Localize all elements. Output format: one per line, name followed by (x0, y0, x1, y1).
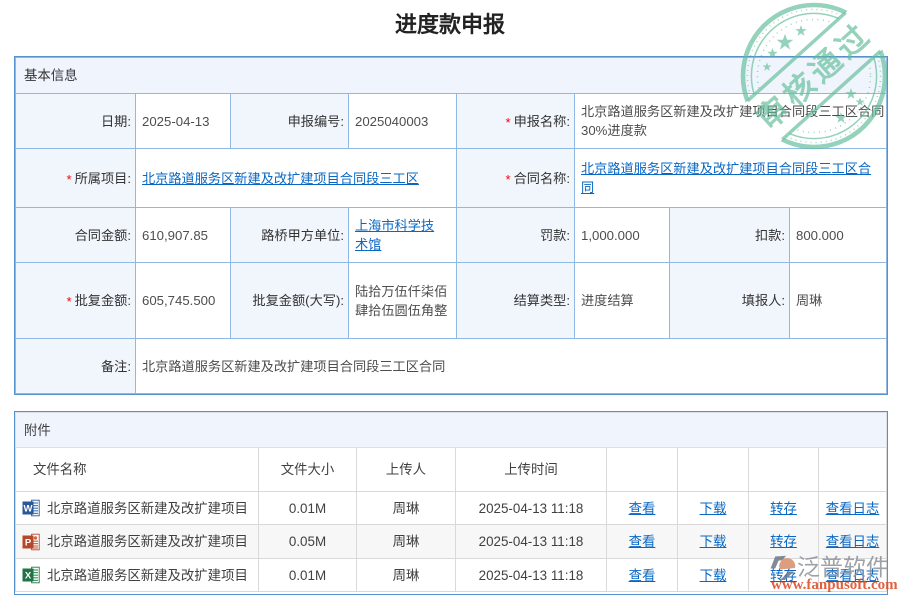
svg-text:P: P (25, 537, 32, 548)
svg-text:W: W (24, 504, 33, 515)
svg-text:X: X (25, 571, 32, 582)
